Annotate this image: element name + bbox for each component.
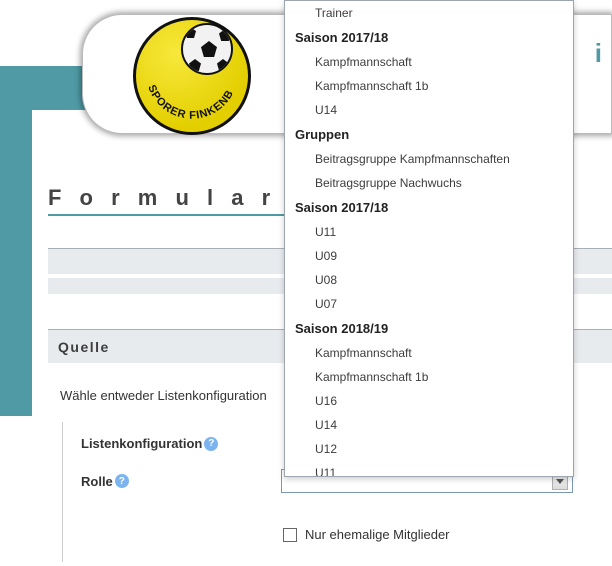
dropdown-item[interactable]: U08 [285,268,573,292]
viewport: FC SPORER FINKENBERG M i e r F o r m u l… [0,0,612,566]
dropdown-item[interactable]: U11 [285,220,573,244]
club-logo: FC SPORER FINKENBERG [133,17,251,135]
only-former-checkbox[interactable] [283,528,297,542]
label-rolle: Rolle ? [81,474,281,489]
dropdown-item[interactable]: U14 [285,413,573,437]
dropdown-item[interactable]: U11 [285,461,573,477]
dropdown-group-header: Saison 2017/18 [285,25,573,50]
dropdown-group-header: Saison 2017/18 [285,195,573,220]
section-header-label: Quelle [58,339,110,355]
help-icon[interactable]: ? [115,474,129,488]
listenkonfiguration-dropdown[interactable]: TrainerSaison 2017/18KampfmannschaftKamp… [284,0,574,477]
dropdown-item[interactable]: Kampfmannschaft 1b [285,365,573,389]
dropdown-item[interactable]: Kampfmannschaft 1b [285,74,573,98]
dropdown-item[interactable]: Kampfmannschaft [285,341,573,365]
dropdown-item[interactable]: Trainer [285,1,573,25]
label-listenkonfiguration-text: Listenkonfiguration [81,436,202,451]
only-former-label: Nur ehemalige Mitglieder [305,527,450,542]
left-sidebar-strip [0,66,32,416]
dropdown-item[interactable]: U09 [285,244,573,268]
dropdown-item[interactable]: Beitragsgruppe Nachwuchs [285,171,573,195]
label-rolle-text: Rolle [81,474,113,489]
dropdown-item[interactable]: U07 [285,292,573,316]
soccer-ball-icon [181,23,233,75]
label-listenkonfiguration: Listenkonfiguration ? [81,436,281,451]
dropdown-item[interactable]: U12 [285,437,573,461]
dropdown-item[interactable]: U16 [285,389,573,413]
dropdown-item[interactable]: U14 [285,98,573,122]
dropdown-item[interactable]: Kampfmannschaft [285,50,573,74]
dropdown-item[interactable]: Beitragsgruppe Kampfmannschaften [285,147,573,171]
dropdown-group-header: Saison 2018/19 [285,316,573,341]
help-icon[interactable]: ? [204,437,218,451]
row-only-former: Nur ehemalige Mitglieder [283,527,450,542]
section-description: Wähle entweder Listenkonfiguration [60,388,267,403]
dropdown-group-header: Gruppen [285,122,573,147]
